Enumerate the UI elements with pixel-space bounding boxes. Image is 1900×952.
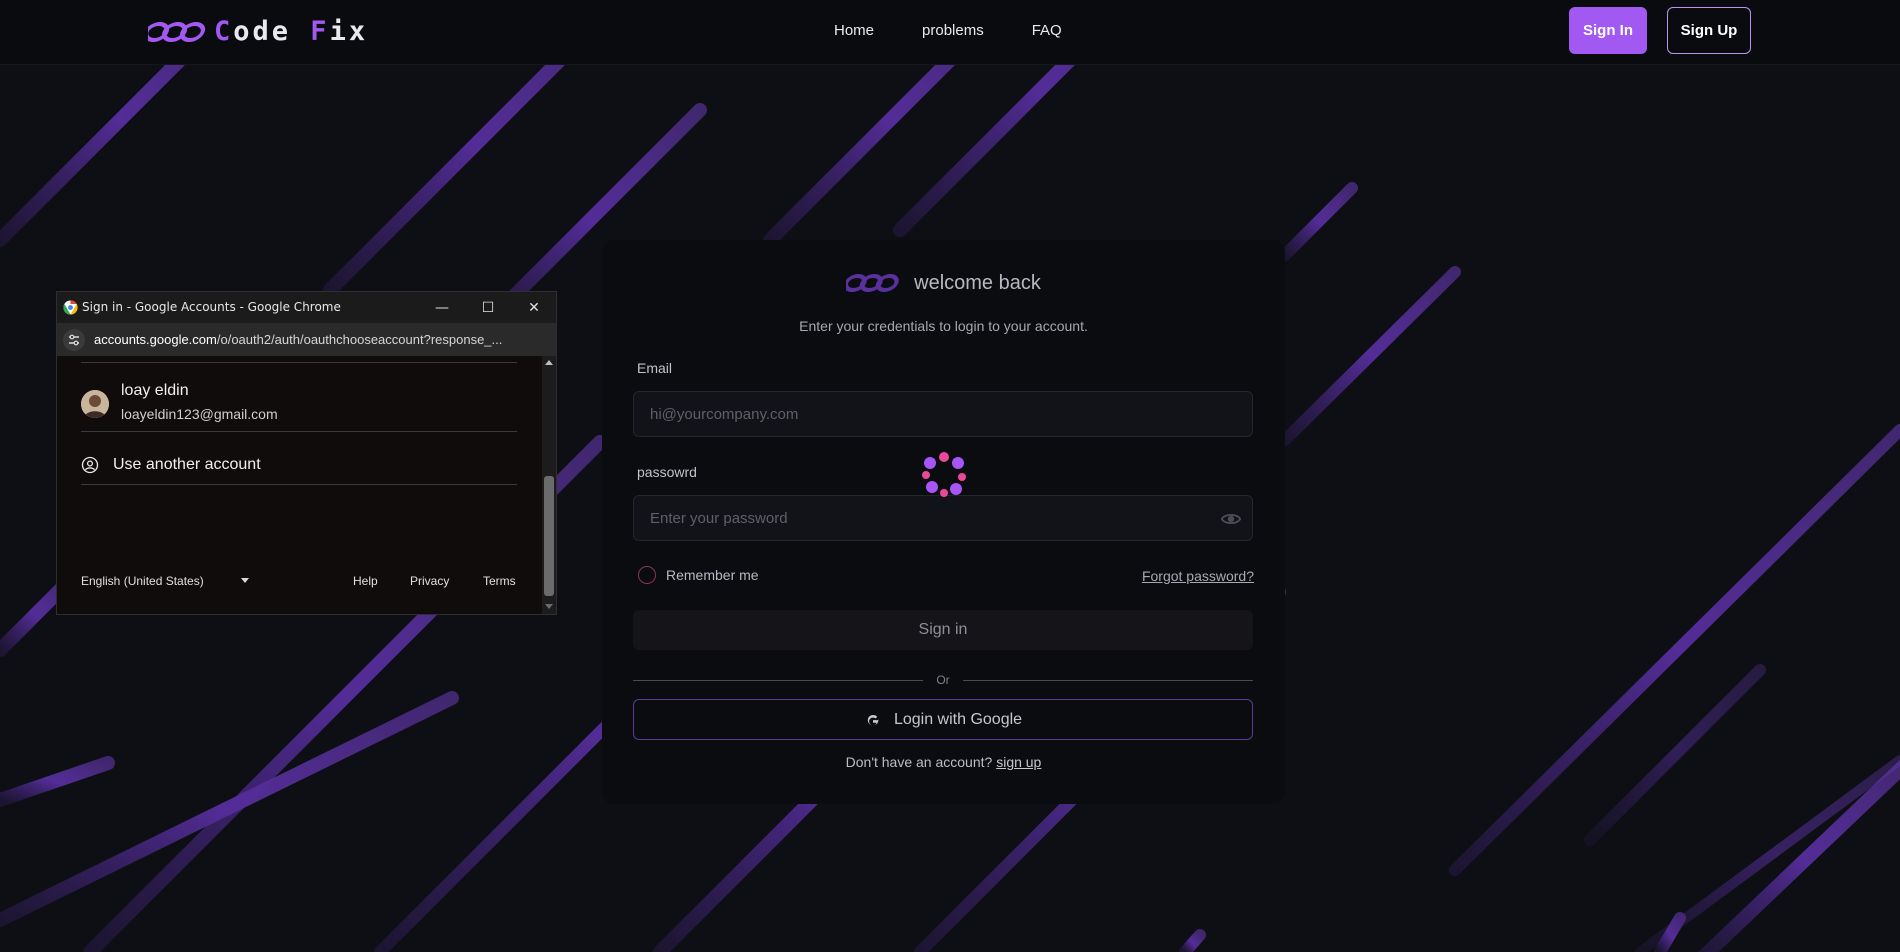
scrollbar-thumb[interactable] (544, 476, 554, 596)
use-another-account-label: Use another account (113, 456, 261, 473)
site-settings-icon[interactable] (63, 329, 85, 351)
google-login-button[interactable]: Login with Google (633, 699, 1253, 740)
use-another-account[interactable]: Use another account (81, 456, 261, 474)
email-label: Email (637, 360, 673, 376)
popup-window-title: Sign in - Google Accounts - Google Chrom… (82, 300, 341, 314)
login-card: welcome back Enter your credentials to l… (602, 240, 1285, 804)
chrome-icon (63, 300, 78, 315)
nav-link-problems[interactable]: problems (922, 22, 984, 39)
nav-signup-button[interactable]: Sign Up (1667, 7, 1751, 54)
separator (81, 431, 517, 432)
account-name: loay eldin (121, 382, 189, 399)
popup-address-bar[interactable]: accounts.google.com/o/oauth2/auth/oauthc… (57, 323, 556, 356)
logo-text: Code Fix (214, 16, 369, 47)
password-field[interactable]: Enter your password (633, 495, 1253, 541)
scroll-up-icon[interactable] (545, 360, 553, 365)
privacy-link[interactable]: Privacy (410, 574, 449, 588)
language-select[interactable]: English (United States) (81, 574, 204, 588)
remember-checkbox[interactable] (638, 566, 656, 584)
popup-titlebar[interactable]: Sign in - Google Accounts - Google Chrom… (57, 292, 556, 323)
remember-label: Remember me (666, 567, 759, 583)
password-placeholder: Enter your password (650, 509, 788, 527)
top-navbar: Code Fix Home problems FAQ Sign In Sign … (0, 0, 1900, 65)
nav-signin-button[interactable]: Sign In (1569, 7, 1647, 54)
loading-spinner-icon (922, 452, 966, 497)
nav-link-faq[interactable]: FAQ (1032, 22, 1062, 39)
signin-button[interactable]: Sign in (633, 610, 1253, 650)
forgot-password-link[interactable]: Forgot password? (1142, 568, 1254, 584)
remember-me[interactable]: Remember me (638, 566, 759, 584)
account-email: loayeldin123@gmail.com (121, 406, 278, 422)
card-subtitle: Enter your credentials to login to your … (799, 318, 1088, 334)
help-link[interactable]: Help (353, 574, 378, 588)
terms-link[interactable]: Terms (483, 574, 516, 588)
maximize-icon[interactable]: ☐ (478, 298, 498, 318)
signup-prompt: Don't have an account? sign up (602, 754, 1285, 770)
google-signin-popup: Sign in - Google Accounts - Google Chrom… (56, 291, 557, 615)
popup-url: accounts.google.com/o/oauth2/auth/oauthc… (94, 332, 503, 347)
popup-scrollbar[interactable] (542, 356, 556, 614)
avatar (81, 390, 109, 418)
scroll-down-icon[interactable] (545, 604, 553, 609)
account-circle-icon (81, 456, 99, 474)
close-icon[interactable]: ✕ (524, 298, 544, 318)
password-label: passowrd (637, 464, 697, 480)
nav-links: Home problems FAQ (834, 22, 1062, 39)
no-account-text: Don't have an account? (845, 754, 993, 770)
email-field[interactable]: hi@yourcompany.com (633, 391, 1253, 437)
popup-content: loay eldin loayeldin123@gmail.com Use an… (57, 356, 542, 614)
separator (81, 362, 517, 363)
infinity-logo-icon (846, 274, 899, 292)
chevron-down-icon[interactable] (241, 578, 249, 583)
or-divider: Or (633, 672, 1253, 688)
infinity-logo-icon (148, 21, 206, 42)
google-button-label: Login with Google (893, 710, 1023, 728)
card-header: welcome back (602, 270, 1285, 296)
card-title: welcome back (914, 271, 1041, 294)
email-placeholder: hi@yourcompany.com (650, 405, 799, 423)
site-logo[interactable]: Code Fix (148, 16, 368, 47)
google-icon (867, 714, 879, 725)
separator (81, 484, 517, 485)
minimize-icon[interactable]: — (432, 298, 452, 318)
signup-link[interactable]: sign up (996, 754, 1041, 770)
eye-icon[interactable] (1220, 508, 1242, 530)
nav-link-home[interactable]: Home (834, 22, 874, 39)
